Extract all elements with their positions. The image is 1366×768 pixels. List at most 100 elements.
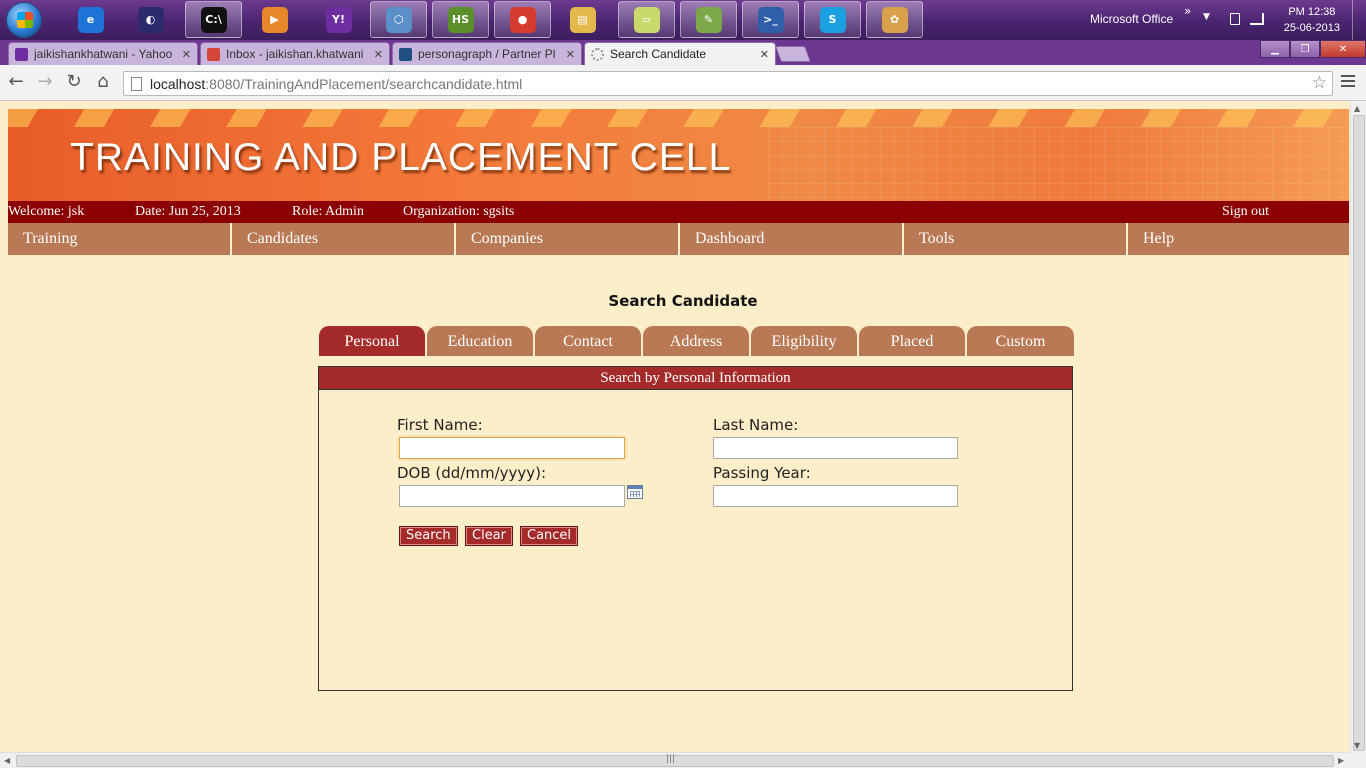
paint-icon: ✿ [881,6,908,33]
browser-tab-title: jaikishankhatwani - Yahoo [34,47,173,61]
scrollbar-corner [1350,752,1366,768]
reload-icon[interactable]: ↻ [64,72,84,92]
windows-taskbar: e ◐ C:\ ▶ Y! ⬡ HS ● ▤ ▱ ✎ >_ S ✿ Microsoft Office » ▼… [0,0,1366,40]
calendar-icon[interactable] [627,485,643,499]
minimize-button[interactable]: ▁ [1260,40,1290,58]
taskbar-app-button[interactable]: ▱ [618,1,675,38]
gmail-icon [207,47,220,61]
browser-tab-title: Search Candidate [610,47,707,61]
skype-icon: S [819,6,846,33]
nav-dashboard[interactable]: Dashboard [680,223,904,255]
yahoo-messenger-icon: Y! [325,6,352,33]
chrome-menu-icon[interactable] [1341,75,1355,90]
browser-tab[interactable]: Inbox - jaikishan.khatwani ✕ [200,42,390,65]
eclipse-icon: ◐ [137,6,164,33]
taskbar-app-button[interactable]: Y! [310,1,367,38]
tray-dropdown-icon[interactable]: ▼ [1203,12,1210,22]
cancel-button[interactable]: Cancel [520,526,579,546]
nav-companies[interactable]: Companies [456,223,680,255]
scroll-right-icon[interactable]: ▶ [1338,756,1344,765]
tray-chevron-icon[interactable]: » [1184,4,1191,18]
taskbar-app-button[interactable]: ✿ [866,1,923,38]
taskbar-app-button[interactable]: ▤ [554,1,611,38]
taskbar-app-button[interactable]: ⬡ [370,1,427,38]
nav-tools[interactable]: Tools [904,223,1128,255]
hotspot-shield-icon: HS [447,6,474,33]
taskbar-app-button[interactable]: ● [494,1,551,38]
sign-out-link[interactable]: Sign out [1222,204,1269,220]
taskbar-app-button[interactable]: e [62,1,119,38]
bookmark-star-icon[interactable]: ☆ [1312,73,1327,93]
chrome-icon: ● [509,6,536,33]
home-icon[interactable]: ⌂ [93,72,113,92]
nav-candidates[interactable]: Candidates [232,223,456,255]
nav-training[interactable]: Training [8,223,232,255]
tab-contact[interactable]: Contact [535,326,641,356]
browser-tab-title: personagraph / Partner Pl [418,47,556,61]
browser-tab[interactable]: jaikishankhatwani - Yahoo ✕ [8,42,198,65]
organization-text: Organization: sgsits [403,204,515,219]
close-tab-icon[interactable]: ✕ [374,48,383,61]
tab-custom[interactable]: Custom [967,326,1074,356]
tab-education[interactable]: Education [427,326,533,356]
taskbar-app-button[interactable]: ✎ [680,1,737,38]
close-tab-icon[interactable]: ✕ [566,48,575,61]
url-text: localhost:8080/TrainingAndPlacement/sear… [150,76,523,92]
new-tab-button[interactable] [775,46,811,62]
page-icon [131,77,142,91]
last-name-label: Last Name: [713,416,799,434]
forward-icon[interactable]: → [35,72,55,92]
tab-placed[interactable]: Placed [859,326,965,356]
browser-tab-title: Inbox - jaikishan.khatwani [226,47,364,61]
virtualbox-icon: ⬡ [385,6,412,33]
back-icon[interactable]: ← [6,72,26,92]
show-desktop-button[interactable] [1352,0,1366,40]
loading-icon [591,47,604,61]
panel-title: Search by Personal Information [319,367,1072,390]
clear-button[interactable]: Clear [465,526,513,546]
start-button[interactable] [6,2,42,38]
browser-tab[interactable]: personagraph / Partner Pl ✕ [392,42,582,65]
nav-help[interactable]: Help [1128,223,1349,255]
tab-address[interactable]: Address [643,326,749,356]
scroll-grip-icon: ||| [666,754,676,764]
taskbar-app-button[interactable]: ▶ [246,1,303,38]
first-name-label: First Name: [397,416,483,434]
scroll-up-icon[interactable]: ▲ [1354,104,1360,113]
tab-personal[interactable]: Personal [319,326,425,356]
taskbar-app-button[interactable]: HS [432,1,489,38]
signal-strength-icon[interactable] [1250,13,1264,25]
date-text: Date: Jun 25, 2013 [135,204,241,219]
close-window-button[interactable]: ✕ [1320,40,1366,58]
tray-toolbar-label[interactable]: Microsoft Office [1090,12,1173,26]
dob-field[interactable] [399,485,625,507]
tab-eligibility[interactable]: Eligibility [751,326,857,356]
media-player-icon: ▶ [261,6,288,33]
close-tab-icon[interactable]: ✕ [182,48,191,61]
address-bar[interactable]: localhost:8080/TrainingAndPlacement/sear… [123,71,1333,96]
last-name-field[interactable] [713,437,958,459]
windows-logo-icon [17,12,33,28]
search-panel: Search by Personal Information First Nam… [318,366,1073,691]
search-button[interactable]: Search [399,526,458,546]
clock-time: PM 12:38 [1288,6,1336,18]
first-name-field[interactable] [399,437,625,459]
system-clock[interactable]: PM 12:38 25-06-2013 [1284,4,1340,36]
browser-tab[interactable]: Search Candidate ✕ [584,42,776,65]
scroll-down-icon[interactable]: ▼ [1354,741,1360,750]
restore-button[interactable]: ❐ [1290,40,1320,58]
taskbar-app-button[interactable]: ◐ [122,1,179,38]
network-icon[interactable] [1230,13,1240,25]
vertical-scroll-thumb[interactable] [1353,115,1365,751]
role-text: Role: Admin [292,204,364,219]
notepad-plus-icon: ✎ [695,6,722,33]
scroll-left-icon[interactable]: ◀ [4,756,10,765]
banner-title: TRAINING AND PLACEMENT CELL [70,136,732,179]
passing-year-field[interactable] [713,485,958,507]
horizontal-scrollbar[interactable]: ◀ ||| ▶ [0,752,1350,768]
taskbar-app-button[interactable]: C:\ [185,1,242,38]
close-tab-icon[interactable]: ✕ [760,48,769,61]
vertical-scrollbar[interactable]: ▲ ▼ [1350,101,1366,752]
taskbar-app-button[interactable]: S [804,1,861,38]
taskbar-app-button[interactable]: >_ [742,1,799,38]
